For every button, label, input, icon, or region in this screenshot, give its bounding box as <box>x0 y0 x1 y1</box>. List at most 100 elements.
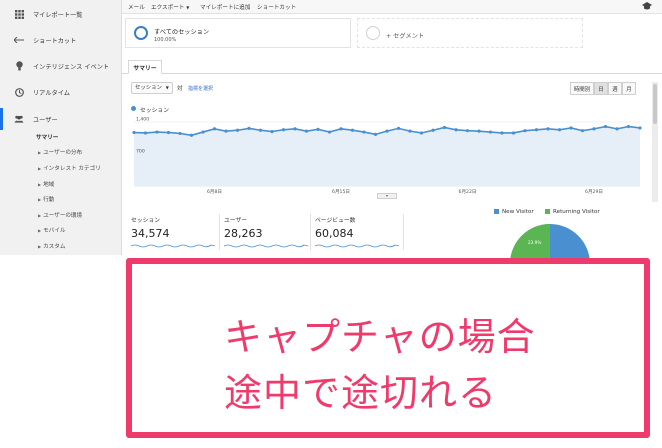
data-point[interactable] <box>247 126 251 130</box>
callout-line-1: キャプチャの場合 <box>224 315 536 359</box>
data-point[interactable] <box>615 127 619 131</box>
sidebar-subitem-summary[interactable]: サマリー <box>36 133 58 141</box>
data-point[interactable] <box>603 124 608 129</box>
data-point[interactable] <box>350 128 355 132</box>
data-point[interactable] <box>189 133 194 137</box>
metric-card-sessions[interactable]: セッション 34,574 <box>131 215 217 251</box>
sidebar-subitem-label: 地域 <box>43 182 55 188</box>
data-point[interactable] <box>281 128 286 132</box>
period-month-button[interactable]: 月 <box>622 82 636 95</box>
metric-select[interactable]: セッション ▼ <box>131 82 173 94</box>
sidebar-subitem-interests[interactable]: ▶ インタレスト カテゴリ <box>38 164 101 172</box>
data-point[interactable] <box>465 129 470 133</box>
data-point[interactable] <box>557 128 562 132</box>
data-point[interactable] <box>500 131 504 135</box>
metric-card-users[interactable]: ユーザー 28,263 <box>224 215 310 251</box>
shortcut-arrow-icon <box>14 35 24 45</box>
data-point[interactable] <box>419 131 424 135</box>
period-hourly-button[interactable]: 時間別 <box>570 82 594 95</box>
data-point[interactable] <box>523 129 527 133</box>
graduation-cap-icon[interactable] <box>642 2 652 12</box>
sidebar-item-shortcuts[interactable]: ショートカット <box>0 29 122 51</box>
page-scrollbar-thumb[interactable] <box>653 84 657 124</box>
sidebar-subitem-label: 行動 <box>43 197 55 203</box>
period-day-button[interactable]: 日 <box>594 82 608 95</box>
data-point[interactable] <box>442 125 447 130</box>
data-point[interactable] <box>580 129 585 133</box>
data-point[interactable] <box>385 129 389 133</box>
data-point[interactable] <box>454 128 458 132</box>
period-week-button[interactable]: 週 <box>608 82 622 95</box>
data-point[interactable] <box>373 132 378 136</box>
data-point[interactable] <box>477 129 481 133</box>
sidebar-subitem-mobile[interactable]: ▶ モバイル <box>38 226 65 234</box>
chart-expand-handle[interactable]: ▾ <box>377 193 397 199</box>
sidebar-item-label: インテリジェンス イベント <box>33 63 110 71</box>
x-tick-label: 6月8日 <box>207 189 222 195</box>
sidebar-item-my-reports[interactable]: マイレポート一覧 <box>0 3 122 25</box>
sidebar-subitem-technology[interactable]: ▶ ユーザーの環境 <box>38 211 82 219</box>
x-tick-label: 6月29日 <box>585 189 603 195</box>
data-point[interactable] <box>212 127 217 131</box>
triangle-right-icon: ▶ <box>38 228 42 233</box>
metric-label: ユーザー <box>224 218 248 224</box>
card-divider <box>403 214 404 250</box>
email-button[interactable]: メール <box>128 3 145 11</box>
data-point[interactable] <box>293 127 297 131</box>
data-point[interactable] <box>316 127 320 131</box>
sidebar-item-users[interactable]: ユーザー <box>0 108 122 130</box>
segment-all-sessions[interactable]: すべてのセッション 100.00% <box>125 18 351 48</box>
select-metric-link[interactable]: 指標を選択 <box>188 85 213 92</box>
data-point[interactable] <box>431 128 435 132</box>
add-segment-button[interactable]: + セグメント <box>357 18 583 48</box>
data-point[interactable] <box>546 127 550 131</box>
tab-summary[interactable]: サマリー <box>128 60 162 74</box>
data-point[interactable] <box>488 130 493 134</box>
sidebar-item-intelligence[interactable]: インテリジェンス イベント <box>0 55 122 77</box>
add-to-reports-button[interactable]: マイレポートに追加 <box>200 3 250 11</box>
data-point[interactable] <box>592 127 596 131</box>
data-point[interactable] <box>408 129 412 133</box>
data-point[interactable] <box>304 129 309 133</box>
metric-label: セッション <box>131 218 160 224</box>
sidebar-item-realtime[interactable]: リアルタイム <box>0 81 122 103</box>
data-point[interactable] <box>569 126 573 130</box>
data-point[interactable] <box>235 128 240 132</box>
sidebar-subitem-custom[interactable]: ▶ カスタム <box>38 242 65 250</box>
data-point[interactable] <box>166 130 171 135</box>
data-point[interactable] <box>201 130 205 134</box>
clock-icon <box>14 87 24 97</box>
x-tick-label: 6月15日 <box>332 189 350 195</box>
sidebar-subitem-geo[interactable]: ▶ 地域 <box>38 180 54 188</box>
export-button[interactable]: エクスポート ▼ <box>151 3 189 11</box>
data-point[interactable] <box>258 128 263 132</box>
sidebar-item-label: マイレポート一覧 <box>33 11 83 19</box>
versus-label: 対 <box>177 86 183 92</box>
data-point[interactable] <box>143 131 148 135</box>
data-point[interactable] <box>362 130 366 134</box>
sidebar-subitem-demographics[interactable]: ▶ ユーザーの分布 <box>38 148 82 156</box>
sidebar-item-label: ショートカット <box>33 37 77 45</box>
metric-value: 34,574 <box>131 227 170 240</box>
sidebar-subitem-behavior[interactable]: ▶ 行動 <box>38 195 54 203</box>
metric-label: ページビュー数 <box>315 218 356 224</box>
callout-line-2: 途中で途切れる <box>224 371 498 415</box>
data-point[interactable] <box>511 131 516 135</box>
data-point[interactable] <box>327 130 332 134</box>
data-point[interactable] <box>224 129 228 133</box>
data-point[interactable] <box>626 124 631 129</box>
data-point[interactable] <box>396 126 401 130</box>
data-point[interactable] <box>339 127 343 131</box>
metric-card-pageviews[interactable]: ページビュー数 60,084 <box>315 215 401 251</box>
data-point[interactable] <box>178 131 182 136</box>
data-point[interactable] <box>155 130 159 134</box>
data-point[interactable] <box>270 130 274 134</box>
sidebar-subitem-label: ユーザーの分布 <box>43 150 83 156</box>
tab-divider <box>122 73 662 74</box>
card-divider <box>310 214 311 250</box>
shortcut-button[interactable]: ショートカット <box>257 3 296 11</box>
metric-value: 28,263 <box>224 227 263 240</box>
data-point[interactable] <box>132 130 136 135</box>
data-point[interactable] <box>638 126 642 130</box>
data-point[interactable] <box>534 128 539 132</box>
